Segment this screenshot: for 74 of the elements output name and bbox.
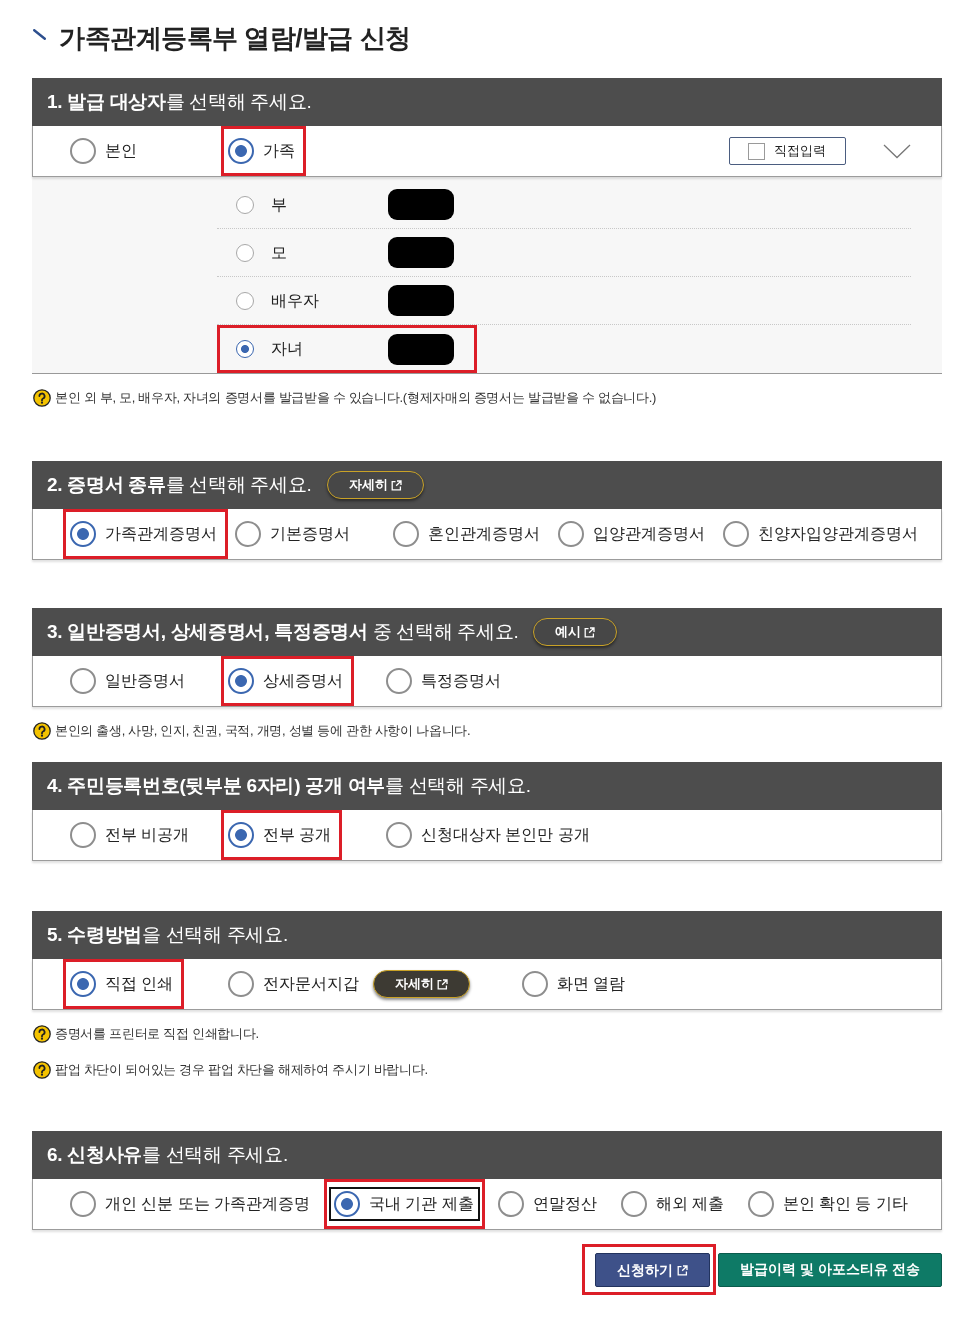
radio-button[interactable]	[522, 971, 548, 997]
option-label[interactable]: 화면 열람	[557, 972, 626, 996]
radio-button[interactable]	[620, 1191, 647, 1217]
option-label[interactable]: 연말정산	[532, 1192, 597, 1216]
option-label[interactable]: 일반증명서	[105, 669, 185, 693]
option-label[interactable]: 국내 기관 제출	[368, 1192, 474, 1216]
radio-button[interactable]	[497, 1191, 524, 1217]
option-label[interactable]: 본인 확인 등 기타	[782, 1192, 908, 1216]
section-heading: 5. 수령방법을 선택해 주세요.	[47, 922, 288, 947]
radio-button[interactable]	[236, 340, 254, 358]
option-label[interactable]: 본인	[105, 139, 137, 163]
option-label[interactable]: 전부 공개	[263, 823, 332, 847]
details-button[interactable]: 자세히	[326, 471, 424, 499]
help-icon	[33, 1025, 51, 1043]
page-title: 가족관계등록부 열람/발급 신청	[59, 22, 411, 55]
radio-button[interactable]	[70, 521, 96, 547]
section-heading: 6. 신청사유를 선택해 주세요.	[47, 1142, 288, 1167]
option-label[interactable]: 모	[271, 240, 287, 265]
radio-button[interactable]	[228, 138, 254, 164]
option-label[interactable]: 가족관계증명서	[105, 522, 217, 546]
details-button[interactable]: 예시	[533, 618, 618, 646]
option-label[interactable]: 직접 인쇄	[105, 972, 174, 996]
option-label[interactable]: 전자문서지갑	[263, 972, 359, 996]
details-button[interactable]: 자세히	[373, 970, 470, 998]
radio-button[interactable]	[228, 822, 254, 848]
radio-button[interactable]	[386, 668, 412, 694]
radio-button[interactable]	[228, 971, 254, 997]
section-heading: 2. 증명서 종류를 선택해 주세요.	[47, 472, 312, 497]
radio-button[interactable]	[723, 521, 749, 547]
option-label[interactable]: 전부 비공개	[105, 823, 190, 847]
section-heading: 1. 발급 대상자를 선택해 주세요.	[47, 89, 312, 114]
option-label[interactable]: 특정증명서	[421, 669, 501, 693]
radio-button[interactable]	[386, 822, 412, 848]
radio-button[interactable]	[70, 971, 96, 997]
option-label[interactable]: 해외 제출	[655, 1192, 724, 1216]
radio-button[interactable]	[70, 1191, 96, 1217]
option-label[interactable]: 배우자	[271, 288, 319, 313]
help-icon	[33, 1061, 51, 1079]
option-label[interactable]: 상세증명서	[263, 669, 343, 693]
help-icon	[33, 389, 51, 407]
radio-button[interactable]	[70, 668, 96, 694]
radio-button[interactable]	[393, 521, 419, 547]
direct-input-button[interactable]: 직접입력	[729, 137, 846, 165]
note-text: 본인 외 부, 모, 배우자, 자녀의 증명서를 발급받을 수 있습니다.(형제자매의 증명서는 발급받을 수 없습니다.)	[55, 389, 657, 408]
radio-button[interactable]	[236, 195, 254, 214]
radio-button[interactable]	[236, 291, 254, 310]
option-label[interactable]: 가족	[263, 139, 295, 163]
option-label[interactable]: 신청대상자 본인만 공개	[421, 823, 590, 847]
apply-button[interactable]: 신청하기	[595, 1253, 711, 1287]
option-label[interactable]: 부	[271, 192, 287, 217]
radio-button[interactable]	[70, 138, 96, 164]
radio-button[interactable]	[236, 243, 254, 262]
section-heading: 3. 일반증명서, 상세증명서, 특정증명서 중 선택해 주세요.	[47, 619, 519, 644]
option-label[interactable]: 개인 신분 또는 가족관계증명	[105, 1192, 310, 1216]
note-text: 팝업 차단이 되어있는 경우 팝업 차단을 해제하여 주시기 바랍니다.	[55, 1061, 428, 1080]
history-button[interactable]: 발급이력 및 아포스티유 전송	[718, 1252, 942, 1287]
checkbox[interactable]	[748, 142, 765, 160]
option-label[interactable]: 입양관계증명서	[593, 522, 705, 546]
radio-button[interactable]	[333, 1191, 360, 1217]
radio-button[interactable]	[235, 521, 261, 547]
radio-button[interactable]	[228, 668, 254, 694]
title-bullet-icon	[33, 28, 46, 40]
radio-button[interactable]	[747, 1191, 774, 1217]
note-text: 증명서를 프린터로 직접 인쇄합니다.	[55, 1025, 259, 1044]
help-icon	[33, 722, 51, 740]
option-label[interactable]: 기본증명서	[270, 522, 350, 546]
option-label[interactable]: 친양자입양관계증명서	[758, 522, 918, 546]
chevron-down-icon[interactable]	[883, 143, 911, 159]
section-heading: 4. 주민등록번호(뒷부분 6자리) 공개 여부를 선택해 주세요.	[47, 773, 531, 798]
radio-button[interactable]	[558, 521, 584, 547]
option-label[interactable]: 자녀	[271, 337, 303, 361]
option-label[interactable]: 혼인관계증명서	[428, 522, 540, 546]
radio-button[interactable]	[70, 822, 96, 848]
note-text: 본인의 출생, 사망, 인지, 친권, 국적, 개명, 성별 등에 관한 사항이 나옵니다.	[55, 722, 471, 741]
